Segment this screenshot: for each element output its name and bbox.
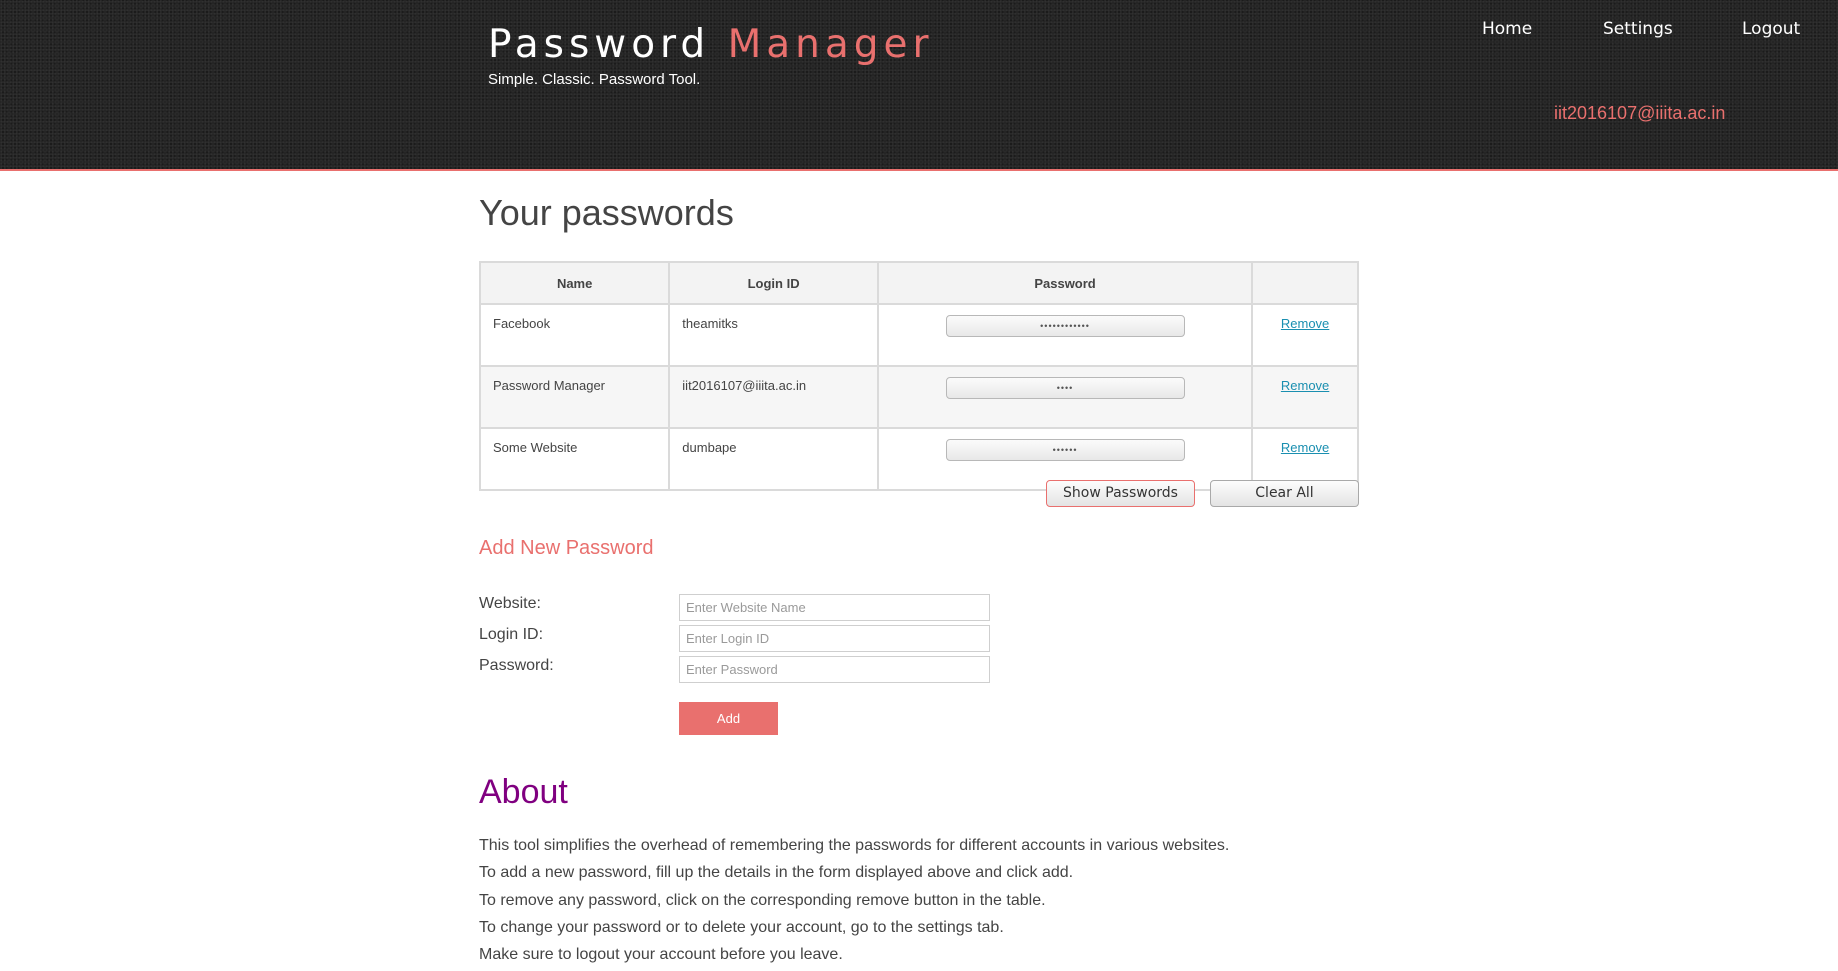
- cell-name: Password Manager: [478, 365, 671, 429]
- nav-home-link[interactable]: Home: [1482, 19, 1532, 39]
- cell-password: ••••: [876, 365, 1254, 429]
- about-line: This tool simplifies the overhead of rem…: [479, 837, 1230, 854]
- show-passwords-button[interactable]: Show Passwords: [1046, 480, 1195, 507]
- password-input[interactable]: [679, 656, 990, 683]
- cell-action: Remove: [1251, 365, 1359, 429]
- website-label: Website:: [479, 595, 541, 612]
- remove-link[interactable]: Remove: [1281, 440, 1329, 455]
- about-line: To add a new password, fill up the detai…: [479, 864, 1074, 881]
- cell-name: Some Website: [478, 427, 671, 491]
- login-id-input[interactable]: [679, 625, 990, 652]
- table-row: Facebook theamitks •••••••••••• Remove: [478, 303, 1359, 367]
- table-header-row: Name Login ID Password: [478, 261, 1359, 305]
- password-field[interactable]: ••••: [945, 377, 1185, 399]
- password-field[interactable]: ••••••••••••: [945, 315, 1185, 337]
- remove-link[interactable]: Remove: [1281, 378, 1329, 393]
- login-id-label: Login ID:: [479, 626, 544, 643]
- table-row: Password Manager iit2016107@iiita.ac.in …: [478, 365, 1359, 429]
- clear-all-button[interactable]: Clear All: [1210, 480, 1359, 507]
- nav-logout-link[interactable]: Logout: [1742, 19, 1800, 39]
- column-header-password: Password: [876, 261, 1254, 305]
- cell-login-id: dumbape: [668, 427, 879, 491]
- remove-link[interactable]: Remove: [1281, 316, 1329, 331]
- cell-action: Remove: [1251, 303, 1359, 367]
- password-field[interactable]: ••••••: [945, 439, 1185, 461]
- website-input[interactable]: [679, 594, 990, 621]
- passwords-table: Name Login ID Password Facebook theamitk…: [478, 261, 1359, 491]
- column-header-name: Name: [478, 261, 671, 305]
- column-header-login-id: Login ID: [668, 261, 879, 305]
- cell-name: Facebook: [478, 303, 671, 367]
- user-email: iit2016107@iiita.ac.in: [1554, 103, 1726, 123]
- about-line: To remove any password, click on the cor…: [479, 892, 1046, 909]
- main-nav: Home Settings Logout: [0, 19, 1838, 43]
- column-header-actions: [1251, 261, 1359, 305]
- about-heading: About: [479, 773, 568, 811]
- page-title: Your passwords: [479, 192, 734, 233]
- add-password-heading: Add New Password: [479, 537, 654, 559]
- add-button[interactable]: Add: [679, 702, 778, 735]
- cell-login-id: iit2016107@iiita.ac.in: [668, 365, 879, 429]
- nav-settings-link[interactable]: Settings: [1603, 19, 1673, 39]
- site-header: Password Manager Simple. Classic. Passwo…: [0, 0, 1838, 171]
- about-line: To change your password or to delete you…: [479, 919, 1004, 936]
- cell-login-id: theamitks: [668, 303, 879, 367]
- cell-password: ••••••••••••: [876, 303, 1254, 367]
- about-line: Make sure to logout your account before …: [479, 946, 843, 963]
- tagline: Simple. Classic. Password Tool.: [488, 71, 701, 88]
- password-label: Password:: [479, 657, 554, 674]
